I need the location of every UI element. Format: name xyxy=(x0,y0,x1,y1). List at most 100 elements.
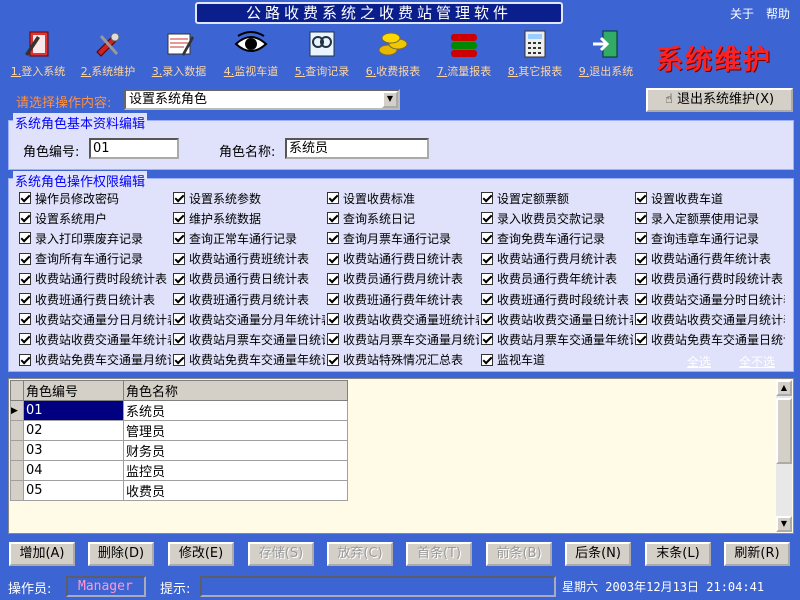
first-button[interactable]: 首条(T) xyxy=(406,542,472,566)
permission-checkbox[interactable]: 收费站交通量分日月统计表 xyxy=(19,310,171,328)
permission-checkbox[interactable]: 收费员通行费年统计表 xyxy=(481,270,633,288)
checkbox-checked-icon[interactable] xyxy=(19,353,31,366)
role-id-cell[interactable]: 01 xyxy=(23,400,124,421)
column-header-role-id[interactable]: 角色编号 xyxy=(23,380,124,401)
checkbox-checked-icon[interactable] xyxy=(481,192,493,204)
permission-checkbox[interactable]: 收费站收费交通量班统计表 xyxy=(327,310,479,328)
role-name-cell[interactable]: 系统员 xyxy=(123,400,348,421)
role-id-cell[interactable]: 02 xyxy=(23,420,124,441)
checkbox-checked-icon[interactable] xyxy=(635,232,647,245)
permission-checkbox[interactable]: 设置收费标准 xyxy=(327,189,479,207)
checkbox-checked-icon[interactable] xyxy=(481,333,493,346)
scroll-up-icon[interactable]: ▲ xyxy=(776,380,792,396)
vertical-scrollbar[interactable]: ▲ ▼ xyxy=(776,380,792,532)
permission-checkbox[interactable]: 设置系统用户 xyxy=(19,209,171,227)
checkbox-checked-icon[interactable] xyxy=(635,333,647,346)
checkbox-checked-icon[interactable] xyxy=(481,232,493,245)
table-row[interactable]: ▶ 01 系统员 xyxy=(10,400,348,421)
edit-button[interactable]: 修改(E) xyxy=(168,542,234,566)
permission-checkbox[interactable]: 收费站月票车交通量月统计表 xyxy=(327,330,479,348)
role-name-cell[interactable]: 收费员 xyxy=(123,480,348,501)
table-row[interactable]: 03 财务员 xyxy=(10,440,348,461)
permission-checkbox[interactable]: 收费站免费车交通量月统计表 xyxy=(19,351,171,369)
checkbox-checked-icon[interactable] xyxy=(635,252,647,265)
permission-checkbox[interactable]: 查询所有车通行记录 xyxy=(19,250,171,268)
permission-checkbox[interactable]: 收费员通行费月统计表 xyxy=(327,270,479,288)
permission-checkbox[interactable]: 收费班通行费日统计表 xyxy=(19,290,171,308)
checkbox-checked-icon[interactable] xyxy=(327,313,339,326)
chevron-down-icon[interactable]: ▼ xyxy=(382,91,398,108)
permission-checkbox[interactable]: 录入打印票废弃记录 xyxy=(19,229,171,247)
add-button[interactable]: 增加(A) xyxy=(9,542,75,566)
permission-checkbox[interactable]: 收费员通行费日统计表 xyxy=(173,270,325,288)
permission-checkbox[interactable]: 设置定额票额 xyxy=(481,189,633,207)
checkbox-checked-icon[interactable] xyxy=(635,212,647,225)
permission-checkbox[interactable]: 收费班通行费年统计表 xyxy=(327,290,479,308)
role-id-cell[interactable]: 03 xyxy=(23,440,124,461)
toolbar-maintenance-button[interactable]: 2.系统维护 xyxy=(76,28,140,82)
cancel-button[interactable]: 放弃(C) xyxy=(327,542,393,566)
table-row[interactable]: 05 收费员 xyxy=(10,480,348,501)
checkbox-checked-icon[interactable] xyxy=(635,293,647,305)
checkbox-checked-icon[interactable] xyxy=(173,293,185,305)
checkbox-checked-icon[interactable] xyxy=(481,353,493,366)
permission-checkbox[interactable]: 收费站免费车交通量年统计表 xyxy=(173,351,325,369)
checkbox-checked-icon[interactable] xyxy=(481,212,493,225)
checkbox-checked-icon[interactable] xyxy=(19,293,31,305)
checkbox-checked-icon[interactable] xyxy=(327,333,339,346)
checkbox-checked-icon[interactable] xyxy=(173,313,185,326)
checkbox-checked-icon[interactable] xyxy=(19,272,31,285)
toolbar-fee-report-button[interactable]: 6.收费报表 xyxy=(360,28,426,82)
checkbox-checked-icon[interactable] xyxy=(635,272,647,285)
checkbox-checked-icon[interactable] xyxy=(173,333,185,346)
scroll-down-icon[interactable]: ▼ xyxy=(776,516,792,532)
permission-checkbox[interactable]: 收费站通行费日统计表 xyxy=(327,250,479,268)
permission-checkbox[interactable]: 收费站通行费班统计表 xyxy=(173,250,325,268)
permission-checkbox[interactable]: 操作员修改密码 xyxy=(19,189,171,207)
column-header-role-name[interactable]: 角色名称 xyxy=(123,380,348,401)
scroll-thumb[interactable] xyxy=(776,398,792,464)
checkbox-checked-icon[interactable] xyxy=(173,252,185,265)
toolbar-query-button[interactable]: 5.查询记录 xyxy=(290,28,354,82)
permission-checkbox[interactable]: 查询违章车通行记录 xyxy=(635,229,785,247)
checkbox-checked-icon[interactable] xyxy=(327,272,339,285)
permission-checkbox[interactable]: 查询免费车通行记录 xyxy=(481,229,633,247)
permission-checkbox[interactable]: 收费站收费交通量年统计表 xyxy=(19,330,171,348)
checkbox-checked-icon[interactable] xyxy=(327,212,339,225)
permission-checkbox[interactable]: 收费站通行费时段统计表 xyxy=(19,270,171,288)
next-button[interactable]: 后条(N) xyxy=(565,542,631,566)
checkbox-checked-icon[interactable] xyxy=(173,212,185,225)
checkbox-checked-icon[interactable] xyxy=(19,333,31,346)
permission-checkbox[interactable]: 监视车道 xyxy=(481,351,633,369)
permission-checkbox[interactable]: 查询系统日记 xyxy=(327,209,479,227)
permission-checkbox[interactable]: 查询正常车通行记录 xyxy=(173,229,325,247)
permission-checkbox[interactable]: 录入定额票使用记录 xyxy=(635,209,785,227)
checkbox-checked-icon[interactable] xyxy=(481,272,493,285)
toolbar-exit-button[interactable]: 9.退出系统 xyxy=(574,28,638,82)
role-id-cell[interactable]: 05 xyxy=(23,480,124,501)
about-link[interactable]: 关于 xyxy=(730,5,754,22)
permission-checkbox[interactable]: 维护系统数据 xyxy=(173,209,325,227)
prev-button[interactable]: 前条(B) xyxy=(486,542,552,566)
select-all-button[interactable]: 全选 xyxy=(687,353,711,370)
permission-checkbox[interactable]: 收费站通行费年统计表 xyxy=(635,250,785,268)
role-name-cell[interactable]: 监控员 xyxy=(123,460,348,481)
checkbox-checked-icon[interactable] xyxy=(327,293,339,305)
toolbar-monitor-lane-button[interactable]: 4.监视车道 xyxy=(218,28,284,82)
checkbox-checked-icon[interactable] xyxy=(173,192,185,204)
checkbox-checked-icon[interactable] xyxy=(19,313,31,326)
save-button[interactable]: 存储(S) xyxy=(248,542,314,566)
permission-checkbox[interactable]: 收费站收费交通量日统计表 xyxy=(481,310,633,328)
permission-checkbox[interactable]: 收费班通行费月统计表 xyxy=(173,290,325,308)
permission-checkbox[interactable]: 设置系统参数 xyxy=(173,189,325,207)
permission-checkbox[interactable]: 收费站收费交通量月统计表 xyxy=(635,310,785,328)
toolbar-other-report-button[interactable]: 8.其它报表 xyxy=(502,28,568,82)
permission-checkbox[interactable]: 设置收费车道 xyxy=(635,189,785,207)
permission-checkbox[interactable]: 收费站交通量分月年统计表 xyxy=(173,310,325,328)
permission-checkbox[interactable]: 收费站通行费月统计表 xyxy=(481,250,633,268)
role-name-field[interactable]: 系统员 xyxy=(285,138,429,159)
checkbox-checked-icon[interactable] xyxy=(19,192,31,204)
table-row[interactable]: 04 监控员 xyxy=(10,460,348,481)
exit-maintenance-button[interactable]: ☝ 退出系统维护(X) xyxy=(646,88,793,112)
checkbox-checked-icon[interactable] xyxy=(327,192,339,204)
